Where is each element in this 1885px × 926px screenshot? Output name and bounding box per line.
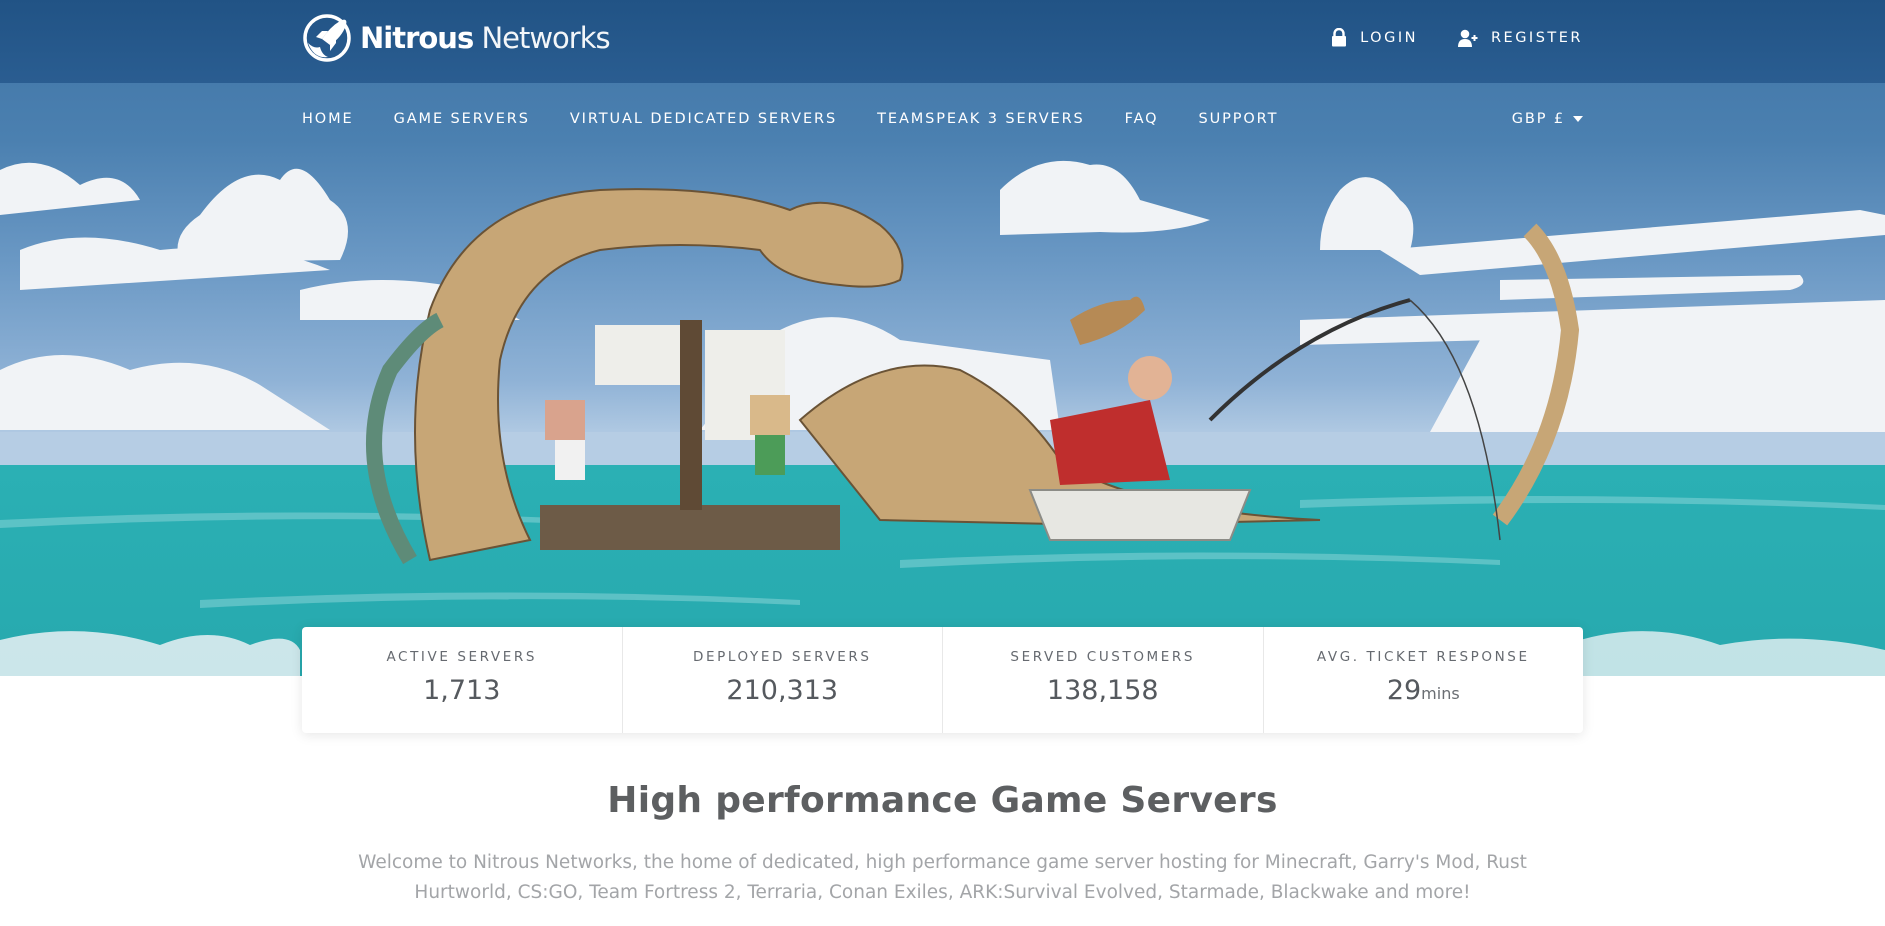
- hero-banner: Nitrous Networks LOGIN REGISTER HOME GAM…: [0, 0, 1885, 676]
- nav-item-virtual-dedicated-servers[interactable]: VIRTUAL DEDICATED SERVERS: [570, 111, 837, 127]
- stat-number: 29: [1386, 675, 1422, 706]
- character-alex: [750, 395, 790, 435]
- stat-active-servers: ACTIVE SERVERS 1,713: [302, 627, 623, 733]
- stat-label: SERVED CUSTOMERS: [1010, 649, 1196, 665]
- main-nav: HOME GAME SERVERS VIRTUAL DEDICATED SERV…: [302, 111, 1278, 127]
- stat-unit: mins: [1421, 684, 1460, 703]
- stat-value: 210,313: [623, 675, 943, 706]
- stat-deployed-servers: DEPLOYED SERVERS 210,313: [623, 627, 943, 733]
- stat-value: 138,158: [943, 675, 1263, 706]
- register-label: REGISTER: [1490, 29, 1583, 46]
- stat-value: 1,713: [302, 675, 622, 706]
- stat-avg-ticket-response: AVG. TICKET RESPONSE 29mins: [1264, 627, 1584, 733]
- flying-fish: [1070, 296, 1145, 345]
- intro-paragraph: Welcome to Nitrous Networks, the home of…: [358, 852, 1527, 903]
- nav-item-support[interactable]: SUPPORT: [1198, 111, 1278, 127]
- stat-number: 1,713: [423, 675, 501, 706]
- nav-item-game-servers[interactable]: GAME SERVERS: [394, 111, 530, 127]
- register-link[interactable]: REGISTER: [1457, 29, 1583, 47]
- stat-label: DEPLOYED SERVERS: [692, 649, 872, 665]
- raft: [540, 505, 840, 550]
- character-steve: [545, 400, 585, 440]
- brand-name: Nitrous Networks: [360, 20, 611, 55]
- add-user-icon: [1457, 29, 1478, 47]
- brand-name-light: Networks: [481, 20, 610, 55]
- stat-value: 29mins: [1264, 675, 1584, 706]
- nav-item-faq[interactable]: FAQ: [1125, 111, 1159, 127]
- hero-illustration: [0, 160, 1885, 676]
- nav-item-teamspeak-3-servers[interactable]: TEAMSPEAK 3 SERVERS: [877, 111, 1085, 127]
- login-label: LOGIN: [1360, 29, 1418, 46]
- stat-label: ACTIVE SERVERS: [386, 649, 538, 665]
- account-links: LOGIN REGISTER: [1331, 28, 1583, 47]
- section-title: High performance Game Servers: [607, 780, 1278, 821]
- brand-logo[interactable]: Nitrous Networks: [302, 12, 611, 64]
- nav-item-home[interactable]: HOME: [302, 111, 354, 127]
- lock-icon: [1332, 28, 1347, 47]
- stat-number: 210,313: [726, 675, 839, 706]
- stat-number: 138,158: [1046, 675, 1159, 706]
- fisherman: [1128, 356, 1172, 400]
- stats-card: ACTIVE SERVERS 1,713 DEPLOYED SERVERS 21…: [302, 627, 1583, 733]
- rowboat: [1028, 489, 1252, 541]
- login-link[interactable]: LOGIN: [1331, 28, 1418, 47]
- rocket-globe-icon: [303, 14, 351, 62]
- currency-selector[interactable]: GBP £: [1512, 111, 1583, 127]
- caret-down-icon: [1573, 116, 1583, 122]
- brand-name-bold: Nitrous: [360, 20, 474, 55]
- stat-label: AVG. TICKET RESPONSE: [1316, 649, 1530, 665]
- currency-label: GBP £: [1511, 111, 1565, 127]
- stat-served-customers: SERVED CUSTOMERS 138,158: [943, 627, 1264, 733]
